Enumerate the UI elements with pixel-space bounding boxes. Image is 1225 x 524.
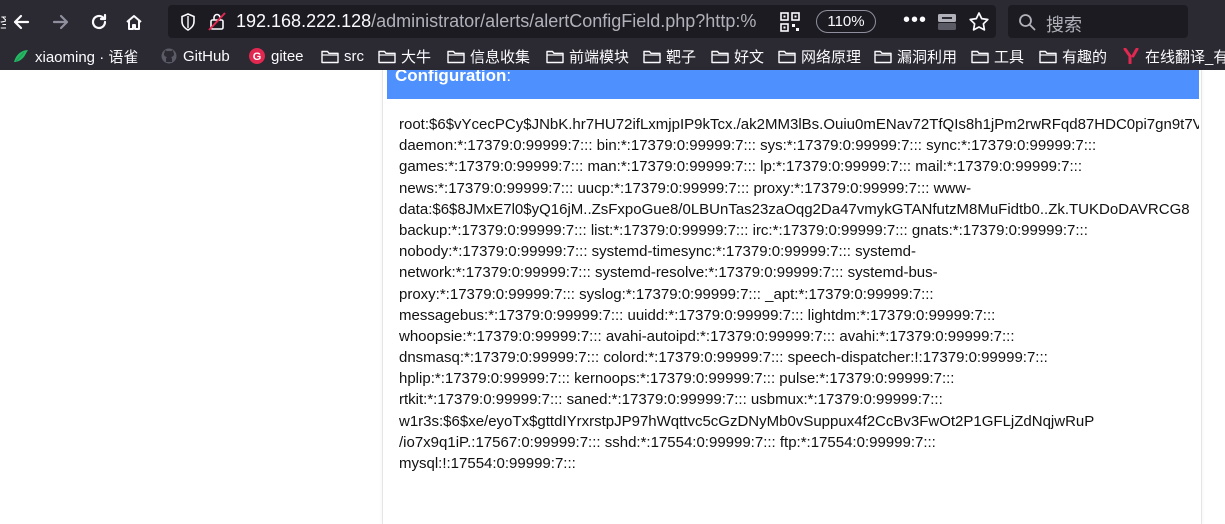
bookmark-folder-exploits[interactable]: 漏洞利用 [874,46,957,66]
folder-icon [711,50,729,63]
config-line: hplip:*:17379:0:99999:7::: kernoops:*:17… [399,370,955,388]
github-icon [161,48,177,64]
config-line: network:*:17379:0:99999:7::: systemd-res… [399,264,938,282]
insecure-lock-icon[interactable] [208,12,226,31]
config-line: w1r3s:$6$xe/eyoTx$gttdIYrxrstpJP97hWqttv… [399,412,1095,430]
bookmark-github[interactable]: GitHub [160,46,230,66]
config-line: dnsmasq:*:17379:0:99999:7::: colord:*:17… [399,349,1048,367]
config-line: news:*:17379:0:99999:7::: uucp:*:17379:0… [399,179,972,197]
bookmark-label: 大牛 [401,48,432,66]
reader-mode-icon[interactable] [936,12,958,32]
config-line: proxy:*:17379:0:99999:7::: syslog:*:1737… [399,285,934,303]
address-bar[interactable]: 192.168.222.128/administrator/alerts/ale… [168,5,996,38]
bookmark-folder-tools[interactable]: 工具 [971,46,1024,66]
bookmark-label: 网络原理 [801,48,862,66]
bookmark-label: gitee [271,47,304,65]
bookmark-folder-info[interactable]: 信息收集 [447,46,530,66]
url-path: /administrator/alerts/alertConfigField.p… [371,11,756,31]
folder-icon [874,50,892,63]
url-host: 192.168.222.128 [236,11,372,31]
bookmark-gitee[interactable]: G gitee [248,46,304,66]
home-icon[interactable] [121,9,147,35]
bookmark-label: 在线翻译_有 [1145,48,1225,66]
bookmark-folder-src[interactable]: src [321,46,364,66]
bookmark-label: GitHub [183,47,230,65]
folder-icon [1039,50,1057,63]
browser-toolbar: 圣 192.168.222.128/administrator/alerts/a… [0,0,1225,42]
back-icon[interactable] [8,9,34,35]
folder-icon [447,50,465,63]
gitee-icon: G [249,48,265,64]
bookmark-folder-articles[interactable]: 好文 [711,46,764,66]
config-line: games:*:17379:0:99999:7::: man:*:17379:0… [399,158,1083,176]
config-line: /io7x9q1iP.:17567:0:99999:7::: sshd:*:17… [399,433,936,451]
bookmark-label: src [344,47,364,65]
folder-icon [378,50,396,63]
url-text[interactable]: 192.168.222.128/administrator/alerts/ale… [236,11,756,33]
search-icon [1018,13,1036,31]
bookmark-label: 好文 [734,48,765,66]
bookmark-label: 靶子 [666,48,697,66]
folder-icon [778,50,796,63]
bookmark-folder-fun[interactable]: 有趣的 [1039,46,1107,66]
bookmark-yuque[interactable]: xiaoming · 语雀 [12,46,138,66]
bookmark-label: 工具 [994,48,1025,66]
folder-icon [643,50,661,63]
config-line: daemon:*:17379:0:99999:7::: bin:*:17379:… [399,137,1097,155]
page-actions-menu-icon[interactable]: ••• [903,9,927,32]
svg-text:G: G [253,51,262,63]
tab-sliver: 圣 [0,13,6,29]
bookmark-label: 信息收集 [470,48,531,66]
config-title-suffix: : [506,70,512,85]
folder-icon [971,50,989,63]
bookmark-star-icon[interactable] [968,11,990,33]
forward-icon[interactable] [48,9,74,35]
tracking-shield-icon[interactable] [180,13,196,31]
config-panel: Configuration: root:$6$vYcecPCy$JNbK.hr7… [382,70,1202,524]
bookmark-label: xiaoming · 语雀 [35,48,139,66]
bookmark-youdao[interactable]: 在线翻译_有 [1122,46,1225,66]
config-panel-title: Configuration: [395,70,1199,84]
bookmark-label: 有趣的 [1062,48,1108,66]
reload-icon[interactable] [86,9,112,35]
config-line: root:$6$vYcecPCy$JNbK.hr7HU72ifLxmjpIP9k… [399,116,1199,133]
bookmark-folder-targets[interactable]: 靶子 [643,46,696,66]
yuque-icon [14,50,28,62]
folder-icon [321,50,339,63]
config-title-text: Configuration [395,70,507,85]
left-blank-area [0,70,382,524]
config-line: mysql:!:17554:0:99999:7::: [399,455,576,472]
qr-code-icon[interactable] [780,12,800,32]
bookmark-label: 漏洞利用 [897,48,958,66]
page-viewport: Configuration: root:$6$vYcecPCy$JNbK.hr7… [0,70,1225,524]
youdao-icon [1123,48,1139,64]
search-placeholder: 搜索 [1046,15,1082,35]
search-bar[interactable]: 搜索 [1008,5,1188,38]
config-line: data:$6$8JMxE7l0$yQ16jM..ZsFxpoGue8/0LBU… [399,200,1190,218]
config-line: messagebus:*:17379:0:99999:7::: uuidd:*:… [399,306,996,324]
bookmarks-bar: xiaoming · 语雀 GitHub G gitee src 大牛 信息收集… [0,42,1225,70]
config-line: nobody:*:17379:0:99999:7::: systemd-time… [399,243,916,261]
bookmark-folder-frontend[interactable]: 前端模块 [546,46,629,66]
folder-icon [546,50,564,63]
bookmark-label: 前端模块 [569,48,630,66]
config-panel-header: Configuration: [387,70,1199,99]
config-content: root:$6$vYcecPCy$JNbK.hr7HU72ifLxmjpIP9k… [399,114,1199,474]
config-line: backup:*:17379:0:99999:7::: list:*:17379… [399,221,1088,239]
config-line: rtkit:*:17379:0:99999:7::: saned:*:17379… [399,391,943,409]
bookmark-folder-network[interactable]: 网络原理 [778,46,861,66]
zoom-level-button[interactable]: 110% [816,10,876,33]
config-line: whoopsie:*:17379:0:99999:7::: avahi-auto… [399,327,1015,345]
bookmark-folder-daniu[interactable]: 大牛 [378,46,431,66]
